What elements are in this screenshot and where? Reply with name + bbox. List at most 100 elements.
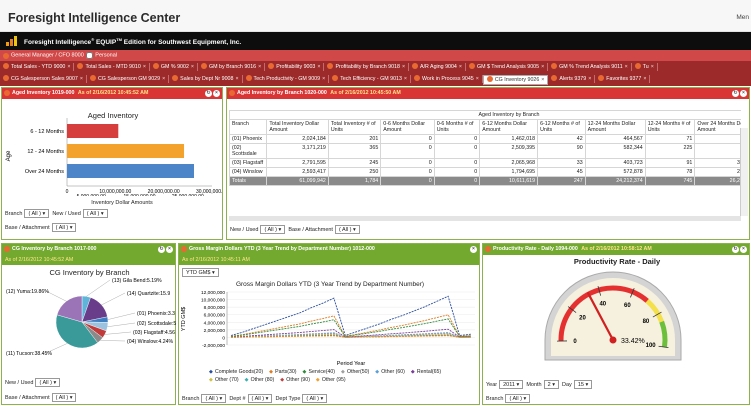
tab-close-icon[interactable]: × xyxy=(258,64,261,70)
tab-close-icon[interactable]: × xyxy=(643,76,646,82)
refresh-icon[interactable]: ↻ xyxy=(205,90,212,97)
tab-close-icon[interactable]: × xyxy=(67,64,70,70)
tab-close-icon[interactable]: × xyxy=(402,64,405,70)
dashboard-tab[interactable]: Sales by Dept Nr 9008 × xyxy=(169,75,243,83)
dashboard-tab[interactable]: Tech Productivity - GM 9009 × xyxy=(243,75,330,83)
dashboard-tab[interactable]: GM $ Trend Analysis 9005 × xyxy=(466,63,549,71)
bar xyxy=(67,124,119,138)
legend-item[interactable]: ◆ Other(50) xyxy=(341,368,369,376)
new-used-dropdown[interactable]: ( All ) ▾ xyxy=(35,378,61,387)
day-dropdown-value: 15 xyxy=(577,382,584,388)
legend-item[interactable]: ◆ Other (95) xyxy=(316,376,346,384)
column-header[interactable]: 0-6 Months Dollar Amount xyxy=(380,119,435,135)
tab-close-icon[interactable]: × xyxy=(162,76,165,82)
tab-close-icon[interactable]: × xyxy=(235,76,238,82)
tab-close-icon[interactable]: × xyxy=(651,64,654,70)
dashboard-tab[interactable]: CG Salesperson GM 9029 × xyxy=(87,75,170,83)
close-icon[interactable]: × xyxy=(213,90,220,97)
panel-header: CG Inventory by Branch 1017-000 ↻ × xyxy=(2,244,175,255)
legend-item[interactable]: ◆ Parts(30) xyxy=(269,368,296,376)
tab-close-icon[interactable]: × xyxy=(191,64,194,70)
tab-close-icon[interactable]: × xyxy=(80,76,83,82)
dashboard-tab[interactable]: GM by Branch 9016 × xyxy=(198,63,266,71)
legend-item[interactable]: ◆ Service(40) xyxy=(303,368,336,376)
base-dropdown[interactable]: ( All ) ▾ xyxy=(51,223,77,232)
tab-close-icon[interactable]: × xyxy=(143,64,146,70)
close-icon[interactable]: × xyxy=(740,246,747,253)
branch-dropdown[interactable]: ( All ) ▾ xyxy=(24,209,50,218)
tab-close-icon[interactable]: × xyxy=(541,64,544,70)
menu-link[interactable]: Men xyxy=(736,14,749,21)
dashboard-tab[interactable]: Profitability by Branch 9018 × xyxy=(324,63,410,71)
close-icon[interactable]: × xyxy=(166,246,173,253)
panel-header: Gross Margin Dollars YTD (3 Year Trend b… xyxy=(179,244,479,255)
tab-close-icon[interactable]: × xyxy=(541,77,544,83)
month-dropdown[interactable]: 2 ▾ xyxy=(543,380,559,389)
year-dropdown[interactable]: 2011 ▾ xyxy=(499,380,524,389)
legend-item[interactable]: ◆ Other (70) xyxy=(209,376,239,384)
tab-close-icon[interactable]: × xyxy=(404,76,407,82)
dept-dropdown[interactable]: ( All ) ▾ xyxy=(247,394,273,403)
base-dropdown[interactable]: ( All ) ▾ xyxy=(51,393,77,402)
column-header[interactable]: 12-24 Months # of Units xyxy=(644,119,696,135)
tab-close-icon[interactable]: × xyxy=(588,76,591,82)
branch-dropdown[interactable]: ( All ) ▾ xyxy=(201,394,227,403)
table-cell: 2,509,395 xyxy=(479,143,539,159)
dashboard-tab[interactable]: GM % Trend Analysis 9011 × xyxy=(548,63,632,71)
refresh-icon[interactable]: ↻ xyxy=(732,246,739,253)
column-header[interactable]: 12-24 Months Dollar Amount xyxy=(584,119,646,135)
tab-close-icon[interactable]: × xyxy=(625,64,628,70)
dashboard-tab[interactable]: Favorites 9377 × xyxy=(595,75,651,83)
dashboard-tab[interactable]: Total Sales - MTD 9010 × xyxy=(74,63,150,71)
column-header[interactable]: 0-6 Months # of Units xyxy=(433,119,481,135)
pie-leader-line xyxy=(107,322,136,327)
dashboard-tab[interactable]: Alerts 9379 × xyxy=(548,75,596,83)
measure-dropdown[interactable]: YTD GM$ ▾ xyxy=(182,268,219,277)
new-used-dropdown[interactable]: ( All ) ▾ xyxy=(82,209,108,218)
new-used-dropdown[interactable]: ( All ) ▾ xyxy=(260,225,286,234)
day-dropdown[interactable]: 15 ▾ xyxy=(573,380,593,389)
dashboard-tab[interactable]: CG Inventory 9026 × xyxy=(482,75,549,85)
legend-swatch-icon: ◆ xyxy=(244,377,249,383)
table-cell: 2,065,968 xyxy=(479,158,539,168)
column-header[interactable]: Branch xyxy=(229,119,268,135)
dashboard-tab[interactable]: Tech Efficiency - GM 9013 × xyxy=(329,75,412,83)
personal-checkbox[interactable] xyxy=(86,52,94,59)
dashboard-tab[interactable]: A/R Aging 9004 × xyxy=(409,63,466,71)
legend-item[interactable]: ◆ Other (60) xyxy=(375,368,405,376)
dashboard-tab[interactable]: GM % 9002 × xyxy=(150,63,198,71)
table-horizontal-scrollbar[interactable] xyxy=(229,216,741,221)
dashboard-tab[interactable]: Profitability 9003 × xyxy=(265,63,325,71)
legend-item[interactable]: ◆ Other (80) xyxy=(245,376,275,384)
table-container: Aged Inventory by Branch Branch Total Inv… xyxy=(229,110,741,216)
refresh-icon[interactable]: ↻ xyxy=(158,246,165,253)
tab-close-icon[interactable]: × xyxy=(459,64,462,70)
close-icon[interactable]: × xyxy=(740,90,747,97)
refresh-icon[interactable]: ↻ xyxy=(732,90,739,97)
dashboard-tab[interactable]: Tu × xyxy=(632,63,658,71)
dashboard-tab[interactable]: CG Salesperson Sales 9007 × xyxy=(0,75,87,83)
dept-type-dropdown[interactable]: ( All ) ▾ xyxy=(302,394,328,403)
column-header[interactable]: Total Inventory Dollar Amount xyxy=(266,119,329,135)
dashboard-tab[interactable]: Work in Process 9045 × xyxy=(411,75,483,83)
column-header[interactable]: 6-12 Months Dollar Amount xyxy=(479,119,539,135)
column-header[interactable]: Over 24 Months Dollar Amount xyxy=(694,119,741,135)
close-icon[interactable]: × xyxy=(470,246,477,253)
role-label[interactable]: General Manager / CFO 8000 xyxy=(11,53,84,59)
branch-dropdown[interactable]: ( All ) ▾ xyxy=(505,394,531,403)
tab-close-icon[interactable]: × xyxy=(476,76,479,82)
table-row[interactable]: (01) Phoenix 2,024,184 201 0 0 1,462,018 42 464… xyxy=(229,134,741,144)
legend-item[interactable]: ◆ Rental(65) xyxy=(411,368,441,376)
tab-close-icon[interactable]: × xyxy=(317,64,320,70)
legend-item[interactable]: ◆ Complete Goods(20) xyxy=(209,368,263,376)
base-dropdown[interactable]: ( All ) ▾ xyxy=(334,225,360,234)
table-row[interactable]: (04) Winslow 2,593,417 250 0 0 1,794,695 45 572… xyxy=(229,167,741,177)
dashboard-tab[interactable]: Total Sales - YTD 9000 × xyxy=(0,63,75,71)
column-header[interactable]: 6-12 Months # of Units xyxy=(537,119,586,135)
table-scrollbar[interactable] xyxy=(740,128,748,216)
legend-item[interactable]: ◆ Other (90) xyxy=(280,376,310,384)
tab-close-icon[interactable]: × xyxy=(322,76,325,82)
table-row[interactable]: (03) Flagstaff 2,791,595 245 0 0 2,065,968 33 4… xyxy=(229,158,741,168)
table-row[interactable]: (02) Scottsdale 3,171,219 365 0 0 2,509,395 90… xyxy=(229,143,741,159)
column-header[interactable]: Total Inventory # of Units xyxy=(327,119,382,135)
